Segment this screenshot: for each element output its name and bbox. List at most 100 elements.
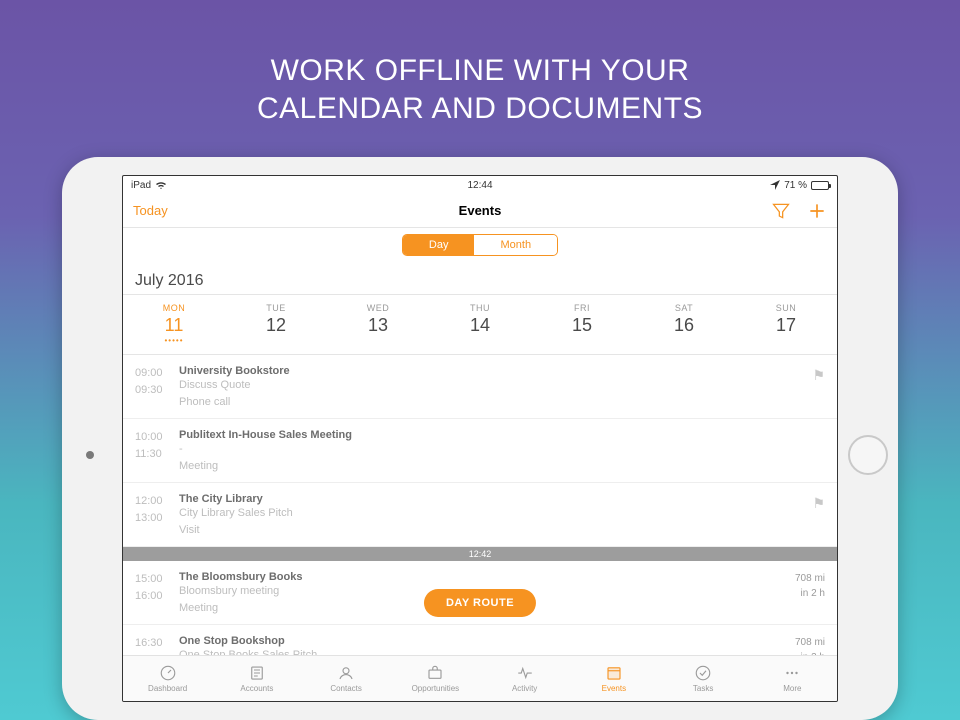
ipad-home-button[interactable] xyxy=(848,435,888,475)
opportunities-icon xyxy=(426,664,444,682)
day-of-week: MON xyxy=(123,303,225,313)
tab-accounts[interactable]: Accounts xyxy=(212,656,301,701)
day-of-week: THU xyxy=(429,303,531,313)
event-eta: in 3 h xyxy=(795,650,825,655)
day-of-week: FRI xyxy=(531,303,633,313)
event-meta: ⚑ xyxy=(804,493,825,538)
event-subtitle: Discuss Quote xyxy=(179,377,804,394)
event-dots xyxy=(735,336,837,344)
event-meta xyxy=(817,429,825,474)
accounts-icon xyxy=(248,664,266,682)
events-icon xyxy=(605,664,623,682)
day-cell[interactable]: SUN 17 xyxy=(735,295,837,354)
month-label: July 2016 xyxy=(123,266,837,295)
ipad-frame: iPad 12:44 71 % Today Events xyxy=(62,157,898,720)
day-cell[interactable]: THU 14 xyxy=(429,295,531,354)
event-subtitle: One Stop Books Sales Pitch xyxy=(179,647,787,655)
day-number: 11 xyxy=(123,315,225,336)
event-subtitle: City Library Sales Pitch xyxy=(179,505,804,522)
segment-day[interactable]: Day xyxy=(403,235,475,255)
event-times: 10:0011:30 xyxy=(135,429,171,474)
tab-label: Contacts xyxy=(330,684,362,693)
tab-dashboard[interactable]: Dashboard xyxy=(123,656,212,701)
event-dots xyxy=(327,336,429,344)
map-pin-icon: ⚑ xyxy=(812,495,825,511)
tab-label: Accounts xyxy=(240,684,273,693)
app-screen: iPad 12:44 71 % Today Events xyxy=(122,175,838,702)
segment-month[interactable]: Month xyxy=(474,235,557,255)
map-pin-icon: ⚑ xyxy=(812,367,825,383)
tab-label: More xyxy=(783,684,801,693)
day-cell[interactable]: FRI 15 xyxy=(531,295,633,354)
day-number: 16 xyxy=(633,315,735,336)
event-dots xyxy=(429,336,531,344)
event-dots xyxy=(633,336,735,344)
event-row[interactable]: 16:3017:30 One Stop Bookshop One Stop Bo… xyxy=(123,625,837,655)
event-times: 16:3017:30 xyxy=(135,635,171,655)
battery-icon xyxy=(811,181,829,190)
event-dots xyxy=(225,336,327,344)
tab-label: Opportunities xyxy=(412,684,460,693)
day-cell[interactable]: WED 13 xyxy=(327,295,429,354)
day-cell[interactable]: MON 11 ••••• xyxy=(123,295,225,354)
tab-contacts[interactable]: Contacts xyxy=(302,656,391,701)
event-subtitle: - xyxy=(179,441,817,458)
event-times: 12:0013:00 xyxy=(135,493,171,538)
activity-icon xyxy=(516,664,534,682)
event-title: The City Library xyxy=(179,493,804,505)
contacts-icon xyxy=(337,664,355,682)
event-times: 09:0009:30 xyxy=(135,365,171,410)
day-number: 12 xyxy=(225,315,327,336)
day-route-button[interactable]: DAY ROUTE xyxy=(424,589,536,617)
day-number: 13 xyxy=(327,315,429,336)
event-row[interactable]: 09:0009:30 University Bookstore Discuss … xyxy=(123,355,837,419)
dashboard-icon xyxy=(159,664,177,682)
event-times: 15:0016:00 xyxy=(135,571,171,616)
day-of-week: SUN xyxy=(735,303,837,313)
tab-label: Dashboard xyxy=(148,684,187,693)
tab-label: Events xyxy=(602,684,626,693)
day-of-week: SAT xyxy=(633,303,735,313)
tab-tasks[interactable]: Tasks xyxy=(659,656,748,701)
view-segmented-control: Day Month xyxy=(123,228,837,266)
event-title: The Bloomsbury Books xyxy=(179,571,787,583)
ipad-camera xyxy=(86,451,94,459)
day-of-week: WED xyxy=(327,303,429,313)
tab-label: Activity xyxy=(512,684,537,693)
event-dots: ••••• xyxy=(123,336,225,344)
week-row: MON 11 •••••TUE 12 WED 13 THU 14 FRI 15 … xyxy=(123,295,837,355)
event-row[interactable]: 12:0013:00 The City Library City Library… xyxy=(123,483,837,547)
event-dots xyxy=(531,336,633,344)
page-title: Events xyxy=(123,203,837,218)
tab-bar: Dashboard Accounts Contacts Opportunitie… xyxy=(123,655,837,701)
tab-more[interactable]: More xyxy=(748,656,837,701)
event-row[interactable]: 10:0011:30 Publitext In-House Sales Meet… xyxy=(123,419,837,483)
tab-opportunities[interactable]: Opportunities xyxy=(391,656,480,701)
day-of-week: TUE xyxy=(225,303,327,313)
day-cell[interactable]: TUE 12 xyxy=(225,295,327,354)
event-meta: ⚑ xyxy=(804,365,825,410)
day-number: 15 xyxy=(531,315,633,336)
day-cell[interactable]: SAT 16 xyxy=(633,295,735,354)
event-distance: 708 mi xyxy=(795,635,825,650)
event-eta: in 2 h xyxy=(795,586,825,601)
day-number: 14 xyxy=(429,315,531,336)
event-kind: Visit xyxy=(179,522,804,539)
tasks-icon xyxy=(694,664,712,682)
tab-activity[interactable]: Activity xyxy=(480,656,569,701)
event-meta: 708 miin 2 h xyxy=(787,571,825,616)
tab-events[interactable]: Events xyxy=(569,656,658,701)
event-title: One Stop Bookshop xyxy=(179,635,787,647)
tab-label: Tasks xyxy=(693,684,713,693)
event-list[interactable]: 09:0009:30 University Bookstore Discuss … xyxy=(123,355,837,655)
event-title: University Bookstore xyxy=(179,365,804,377)
event-kind: Meeting xyxy=(179,458,817,475)
status-bar: iPad 12:44 71 % xyxy=(123,176,837,194)
current-time-bar: 12:42 xyxy=(123,547,837,561)
event-distance: 708 mi xyxy=(795,571,825,586)
event-kind: Phone call xyxy=(179,394,804,411)
event-meta: 708 miin 3 h xyxy=(787,635,825,655)
more-icon xyxy=(783,664,801,682)
nav-bar: Today Events xyxy=(123,194,837,228)
promo-headline: WORK OFFLINE WITH YOUR CALENDAR AND DOCU… xyxy=(257,52,703,127)
